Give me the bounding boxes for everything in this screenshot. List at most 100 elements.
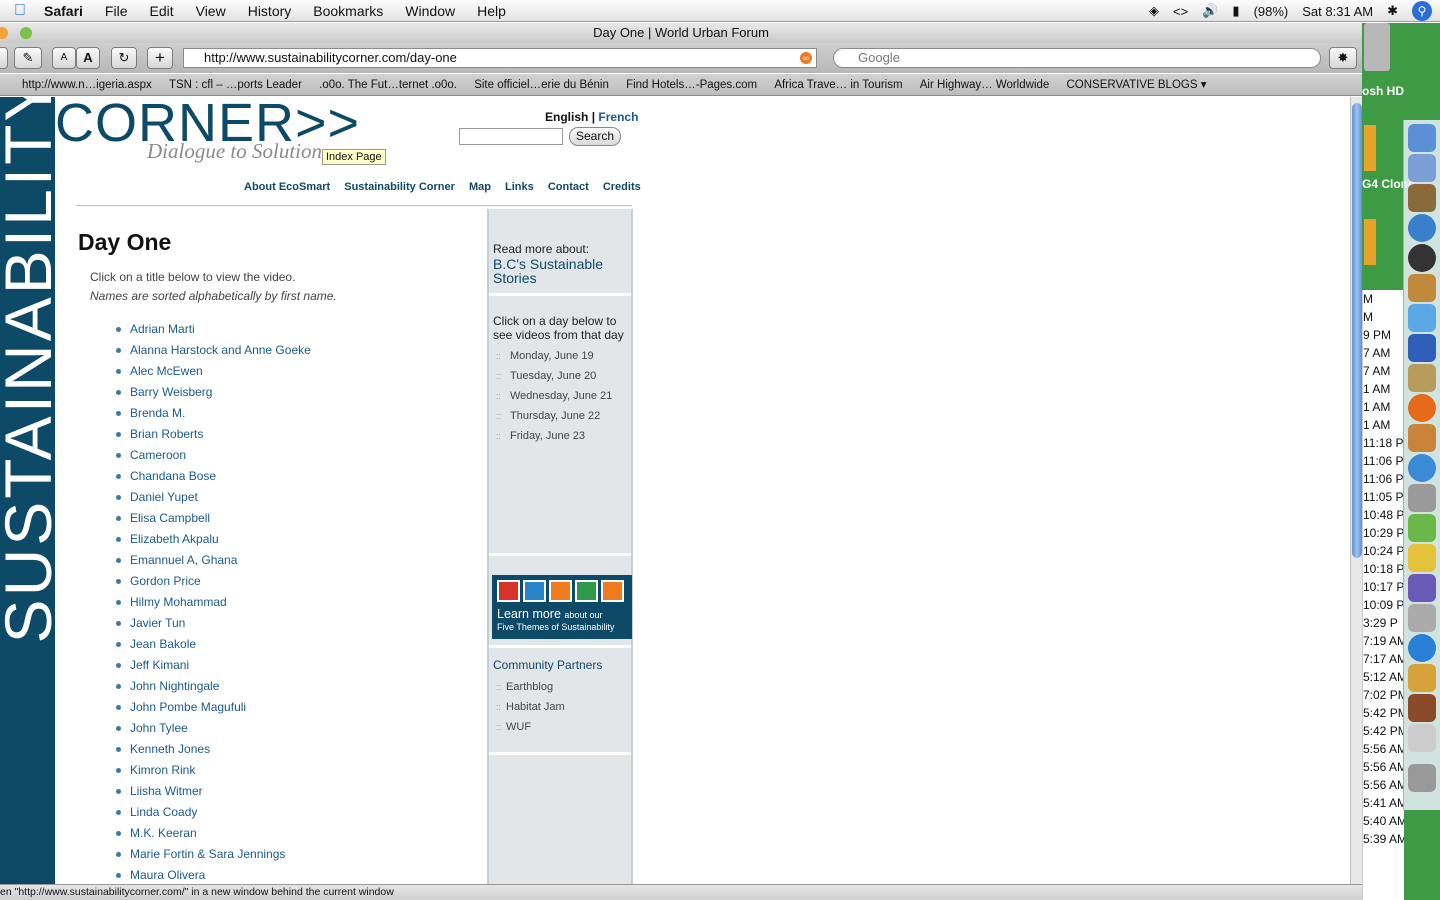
speaker-link[interactable]: Elisa Campbell bbox=[116, 511, 478, 532]
speaker-link[interactable]: Emannuel A, Ghana bbox=[116, 553, 478, 574]
reload-button[interactable]: ↻ bbox=[111, 47, 137, 69]
speaker-link[interactable]: Hilmy Mohammad bbox=[116, 595, 478, 616]
address-bar[interactable]: http://www.sustainabilitycorner.com/day-… bbox=[183, 48, 817, 68]
search-field[interactable]: Google bbox=[833, 48, 1321, 68]
bookmark-item[interactable]: Find Hotels…-Pages.com bbox=[626, 79, 757, 91]
idvd-icon[interactable] bbox=[1408, 454, 1436, 482]
speaker-link[interactable]: Adrian Marti bbox=[116, 322, 478, 343]
app-icon[interactable] bbox=[1408, 304, 1436, 332]
edit-bookmarks-button[interactable]: ✎ bbox=[14, 47, 42, 69]
menu-edit[interactable]: Edit bbox=[138, 3, 184, 19]
partner-wuf[interactable]: WUF bbox=[493, 717, 633, 737]
speaker-link[interactable]: John Tylee bbox=[116, 721, 478, 742]
speaker-link[interactable]: Marie Fortin & Sara Jennings bbox=[116, 847, 478, 868]
speaker-link[interactable]: John Nightingale bbox=[116, 679, 478, 700]
partner-habitat-jam[interactable]: Habitat Jam bbox=[493, 697, 633, 717]
bookmark-item[interactable]: Air Highway… Worldwide bbox=[920, 79, 1050, 91]
menu-file[interactable]: File bbox=[94, 3, 139, 19]
nav-links[interactable]: Links bbox=[505, 181, 534, 193]
camera-icon[interactable] bbox=[1408, 604, 1436, 632]
menu-view[interactable]: View bbox=[185, 3, 237, 19]
speaker-link[interactable]: Barry Weisberg bbox=[116, 385, 478, 406]
speaker-link[interactable]: Linda Coady bbox=[116, 805, 478, 826]
speaker-link[interactable]: Brenda M. bbox=[116, 406, 478, 427]
speaker-link[interactable]: Kenneth Jones bbox=[116, 742, 478, 763]
speaker-link[interactable]: Kimron Rink bbox=[116, 763, 478, 784]
speaker-link[interactable]: Maura Olivera bbox=[116, 868, 478, 884]
bookmark-item[interactable]: TSN : cfl – …ports Leader bbox=[169, 79, 302, 91]
menu-bookmarks[interactable]: Bookmarks bbox=[302, 3, 394, 19]
bookmark-item[interactable]: http://www.n…igeria.aspx bbox=[22, 79, 152, 91]
preview-icon[interactable] bbox=[1408, 364, 1436, 392]
firefox-icon[interactable] bbox=[1408, 394, 1436, 422]
nav-credits[interactable]: Credits bbox=[603, 181, 641, 193]
internet-explorer-icon[interactable] bbox=[1408, 634, 1436, 662]
finder-icon[interactable] bbox=[1408, 124, 1436, 152]
add-bookmark-button[interactable]: + bbox=[147, 47, 173, 69]
text-smaller-button[interactable]: A bbox=[52, 47, 76, 69]
text-bigger-button[interactable]: A bbox=[76, 47, 100, 69]
themes-banner[interactable]: Learn more about our Five Themes of Sust… bbox=[492, 575, 632, 639]
scrollbar-thumb[interactable] bbox=[1352, 103, 1362, 558]
speaker-link[interactable]: Liisha Witmer bbox=[116, 784, 478, 805]
hard-drive-icon[interactable] bbox=[1364, 23, 1390, 71]
volume-icon[interactable]: 🔊 bbox=[1202, 3, 1218, 19]
dashboard-icon[interactable] bbox=[1408, 244, 1436, 272]
battery-icon[interactable]: ▮ bbox=[1232, 3, 1239, 19]
partner-earthblog[interactable]: Earthblog bbox=[493, 677, 633, 697]
day-link-tuesday[interactable]: Tuesday, June 20 bbox=[493, 366, 633, 386]
bc-stories-link[interactable]: B.C's Sustainable Stories bbox=[493, 257, 633, 285]
bug-report-button[interactable]: ✸ bbox=[1329, 47, 1357, 69]
speaker-link[interactable]: M.K. Keeran bbox=[116, 826, 478, 847]
nav-about-ecosmart[interactable]: About EcoSmart bbox=[244, 181, 330, 193]
menu-window[interactable]: Window bbox=[394, 3, 466, 19]
zoom-button[interactable] bbox=[20, 27, 32, 39]
nav-map[interactable]: Map bbox=[469, 181, 491, 193]
garageband-icon[interactable] bbox=[1408, 424, 1436, 452]
game-icon[interactable] bbox=[1408, 694, 1436, 722]
itunes-note-icon[interactable] bbox=[1408, 514, 1436, 542]
speaker-link[interactable]: Gordon Price bbox=[116, 574, 478, 595]
day-link-monday[interactable]: Monday, June 19 bbox=[493, 346, 633, 366]
nav-contact[interactable]: Contact bbox=[548, 181, 589, 193]
menu-history[interactable]: History bbox=[237, 3, 303, 19]
speaker-link[interactable]: Jeff Kimani bbox=[116, 658, 478, 679]
speaker-link[interactable]: Alec McEwen bbox=[116, 364, 478, 385]
trash-icon[interactable] bbox=[1408, 764, 1436, 792]
speaker-link[interactable]: John Pombe Magufuli bbox=[116, 700, 478, 721]
folder-app-icon[interactable] bbox=[1408, 664, 1436, 692]
site-search-input[interactable] bbox=[459, 128, 563, 145]
safari-icon[interactable] bbox=[1408, 214, 1436, 242]
speaker-link[interactable]: Cameroon bbox=[116, 448, 478, 469]
wifi-icon[interactable]: ◈ bbox=[1149, 3, 1159, 19]
speaker-link[interactable]: Jean Bakole bbox=[116, 637, 478, 658]
msn-icon[interactable] bbox=[1408, 334, 1436, 362]
clock[interactable]: Sat 8:31 AM bbox=[1302, 4, 1373, 19]
menu-help[interactable]: Help bbox=[466, 3, 517, 19]
menu-safari[interactable]: Safari bbox=[40, 3, 94, 19]
back-button[interactable] bbox=[0, 47, 8, 69]
lang-french-link[interactable]: French bbox=[598, 110, 638, 124]
apple-menu-icon[interactable]:  bbox=[0, 2, 40, 20]
utility-icon[interactable] bbox=[1408, 484, 1436, 512]
speaker-link[interactable]: Daniel Yupet bbox=[116, 490, 478, 511]
speaker-link[interactable]: Alanna Harstock and Anne Goeke bbox=[116, 343, 478, 364]
rss-feed-icon[interactable]: ∞ bbox=[800, 52, 812, 64]
bookmark-item[interactable]: Africa Trave… in Tourism bbox=[774, 79, 902, 91]
day-link-wednesday[interactable]: Wednesday, June 21 bbox=[493, 386, 633, 406]
speaker-link[interactable]: Brian Roberts bbox=[116, 427, 478, 448]
spotlight-icon[interactable]: ⚲ bbox=[1412, 1, 1432, 21]
bookmark-item[interactable]: .o0o. The Fut…ternet .o0o. bbox=[319, 79, 457, 91]
speaker-link[interactable]: Javier Tun bbox=[116, 616, 478, 637]
vertical-scrollbar[interactable] bbox=[1350, 97, 1362, 884]
nav-sustainability-corner[interactable]: Sustainability Corner bbox=[344, 181, 455, 193]
mail-icon[interactable] bbox=[1408, 154, 1436, 182]
sync-icon[interactable]: <> bbox=[1173, 4, 1188, 19]
stuffit-icon[interactable] bbox=[1408, 544, 1436, 572]
image-app-icon[interactable] bbox=[1408, 574, 1436, 602]
day-link-friday[interactable]: Friday, June 23 bbox=[493, 426, 633, 446]
day-link-thursday[interactable]: Thursday, June 22 bbox=[493, 406, 633, 426]
lang-english-link[interactable]: English bbox=[545, 110, 588, 124]
textedit-icon[interactable] bbox=[1408, 724, 1436, 752]
minimize-button[interactable] bbox=[0, 27, 8, 39]
